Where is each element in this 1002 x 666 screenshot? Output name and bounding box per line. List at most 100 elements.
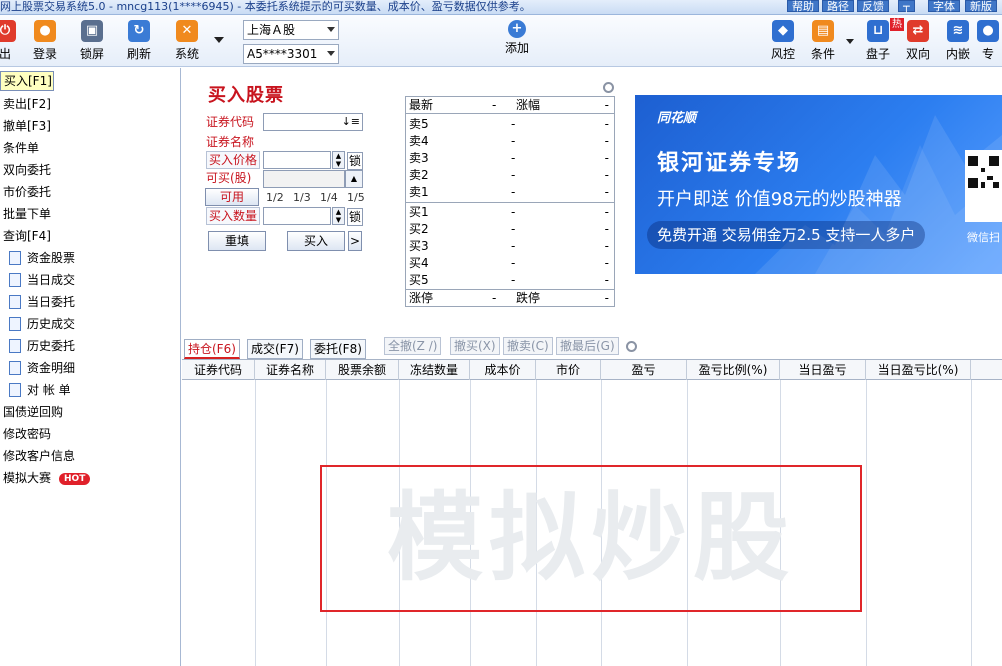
- fraction-third[interactable]: 1/3: [293, 191, 311, 204]
- column-header[interactable]: 证券名称: [255, 360, 326, 380]
- nav-item-conditional[interactable]: 条件单: [3, 137, 39, 159]
- column-header[interactable]: 股票余额: [326, 360, 399, 380]
- login-button[interactable]: ● 登录: [22, 20, 68, 63]
- user-icon: ●: [977, 20, 999, 42]
- qty-stepper[interactable]: ▲ ▼: [332, 207, 345, 225]
- qr-caption: 微信扫: [967, 231, 1000, 244]
- buyable-up-button[interactable]: ▲: [345, 170, 363, 188]
- nav-item-change-password[interactable]: 修改密码: [3, 423, 51, 445]
- ad-banner[interactable]: 同花顺 银河证券专场 开户即送 价值98元的炒股神器 免费开通 交易佣金万2.5…: [635, 95, 1002, 274]
- quote-volume: -: [604, 222, 609, 236]
- quote-row[interactable]: 卖1 - -: [406, 184, 614, 203]
- quote-row[interactable]: 卖5 - -: [406, 116, 614, 133]
- quote-level-label: 买5: [409, 273, 429, 287]
- cancel-buy-button[interactable]: 撤买(X): [450, 337, 500, 355]
- document-icon: [9, 294, 21, 309]
- quote-row[interactable]: 买3 - -: [406, 238, 614, 255]
- reset-button[interactable]: 重填: [208, 231, 266, 251]
- font-button[interactable]: 字体: [928, 0, 960, 12]
- qty-lock-button[interactable]: 锁: [347, 208, 364, 226]
- market-select[interactable]: 上海Ａ股: [243, 20, 339, 40]
- available-button[interactable]: 可用: [205, 188, 259, 206]
- nav-item-today-trades[interactable]: 当日成交: [9, 269, 75, 291]
- quote-row[interactable]: 卖2 - -: [406, 167, 614, 184]
- column-header[interactable]: 证券代码: [182, 360, 255, 380]
- account-select[interactable]: A5****3301: [243, 44, 339, 64]
- quote-row[interactable]: 买2 - -: [406, 221, 614, 238]
- column-header[interactable]: 盈亏比例(%): [687, 360, 780, 380]
- path-button[interactable]: 路径: [822, 0, 854, 12]
- quote-price: -: [511, 222, 516, 236]
- cancel-all-button[interactable]: 全撤(Z /): [384, 337, 442, 355]
- expert-button[interactable]: ● 专: [973, 20, 1002, 63]
- document-icon: [9, 382, 21, 397]
- price-stepper[interactable]: ▲ ▼: [332, 151, 345, 169]
- column-header[interactable]: 市价: [536, 360, 601, 380]
- refresh-button[interactable]: ↻ 刷新: [116, 20, 162, 63]
- nav-item-label: 模拟大赛: [3, 471, 52, 485]
- gear-icon[interactable]: [626, 341, 637, 352]
- pin-button[interactable]: ┬: [898, 0, 915, 12]
- ad-logo: 同花顺: [657, 111, 697, 126]
- refresh-label: 刷新: [126, 47, 151, 61]
- nav-item-query[interactable]: 查询[F4]: [3, 225, 51, 247]
- simulation-watermark: 模拟炒股: [387, 482, 795, 594]
- condition-button[interactable]: ▤ 条件: [800, 20, 846, 63]
- system-dropdown-arrow[interactable]: [214, 37, 224, 43]
- tab-orders[interactable]: 委托(F8): [310, 339, 366, 359]
- quote-row[interactable]: 买4 - -: [406, 255, 614, 272]
- column-header[interactable]: 当日盈亏比(%): [866, 360, 971, 380]
- quote-row[interactable]: 买5 - -: [406, 272, 614, 290]
- nav-item-market-order[interactable]: 市价委托: [3, 181, 51, 203]
- more-button[interactable]: >: [348, 231, 362, 251]
- condition-label: 条件: [810, 47, 835, 61]
- column-header[interactable]: 盈亏: [601, 360, 687, 380]
- condition-dropdown-arrow[interactable]: [846, 39, 854, 44]
- quote-row[interactable]: 买1 - -: [406, 204, 614, 221]
- fraction-quarter[interactable]: 1/4: [320, 191, 338, 204]
- feedback-button[interactable]: 反馈: [857, 0, 889, 12]
- tab-positions[interactable]: 持仓(F6): [184, 339, 240, 359]
- nav-item-today-orders[interactable]: 当日委托: [9, 291, 75, 313]
- nav-item-cancel[interactable]: 撤单[F3]: [3, 115, 51, 137]
- nav-item-fund-details[interactable]: 资金明细: [9, 357, 75, 379]
- price-input[interactable]: [263, 151, 331, 169]
- code-input[interactable]: ↓≡: [263, 113, 363, 131]
- nav-item-history-orders[interactable]: 历史委托: [9, 335, 75, 357]
- quote-row[interactable]: 卖3 - -: [406, 150, 614, 167]
- column-header[interactable]: 当日盈亏: [780, 360, 866, 380]
- cancel-last-button[interactable]: 撤最后(G): [556, 337, 619, 355]
- column-header[interactable]: 成本价: [470, 360, 536, 380]
- fraction-fifth[interactable]: 1/5: [347, 191, 365, 204]
- fraction-half[interactable]: 1/2: [266, 191, 284, 204]
- nav-item-reverse-repo[interactable]: 国债逆回购: [3, 401, 63, 423]
- nav-item-edit-info[interactable]: 修改客户信息: [3, 445, 75, 467]
- column-header[interactable]: 冻结数量: [399, 360, 470, 380]
- price-lock-button[interactable]: 锁: [347, 152, 364, 170]
- sort-icon[interactable]: ↓≡: [342, 114, 360, 130]
- buyable-field: [263, 170, 345, 188]
- tab-trades[interactable]: 成交(F7): [247, 339, 303, 359]
- nav-item-label: 当日委托: [27, 295, 76, 309]
- new-version-button[interactable]: 新版: [965, 0, 997, 12]
- help-button[interactable]: 帮助: [787, 0, 819, 12]
- system-button[interactable]: ✕ 系统: [164, 20, 210, 63]
- nav-item-contest[interactable]: 模拟大赛 HOT: [3, 467, 91, 489]
- cancel-sell-button[interactable]: 撤卖(C): [503, 337, 553, 355]
- gear-icon[interactable]: [603, 82, 614, 93]
- quote-row[interactable]: 卖4 - -: [406, 133, 614, 150]
- nav-item-buy[interactable]: 买入[F1]: [0, 71, 54, 91]
- nav-item-history-trades[interactable]: 历史成交: [9, 313, 75, 335]
- nav-item-statement[interactable]: 对 帐 单: [9, 379, 71, 401]
- nav-item-label: 资金明细: [27, 361, 76, 375]
- buy-button[interactable]: 买入: [287, 231, 345, 251]
- add-button[interactable]: + 添加: [494, 20, 540, 57]
- left-nav: 买入[F1] 卖出[F2] 撤单[F3] 条件单 双向委托 市价委托 批量下单 …: [0, 68, 181, 666]
- nav-item-bidirectional[interactable]: 双向委托: [3, 159, 51, 181]
- nav-item-batch[interactable]: 批量下单: [3, 203, 51, 225]
- lock-screen-button[interactable]: ▣ 锁屏: [69, 20, 115, 63]
- qty-input[interactable]: [263, 207, 331, 225]
- nav-item-funds-stocks[interactable]: 资金股票: [9, 247, 75, 269]
- user-icon: ●: [34, 20, 56, 42]
- nav-item-sell[interactable]: 卖出[F2]: [3, 93, 51, 115]
